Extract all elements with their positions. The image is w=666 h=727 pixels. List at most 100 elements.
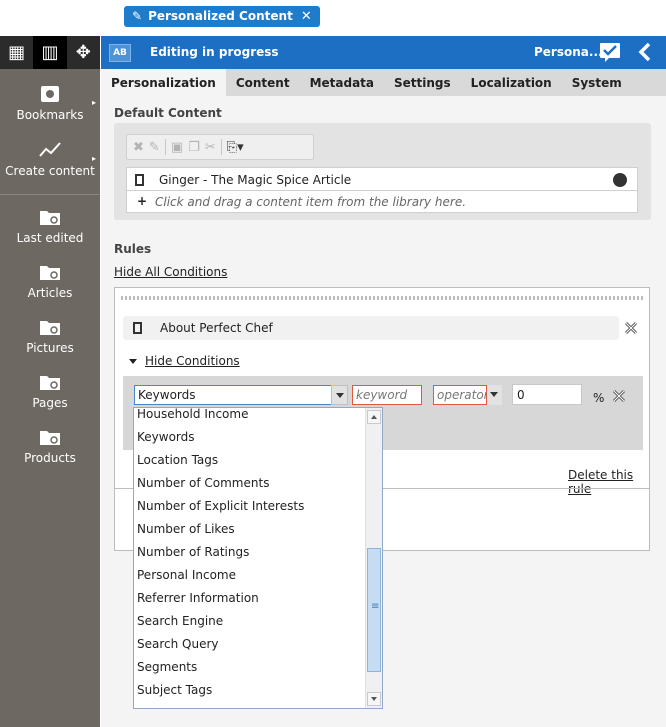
editor-status-title: Editing in progress — [150, 45, 279, 59]
sidebar-item-label: Products — [24, 451, 76, 465]
sidebar-item-products[interactable]: Products — [0, 427, 100, 465]
dropdown-option[interactable]: Keywords — [137, 430, 195, 444]
dropdown-option[interactable]: Personal Income — [137, 568, 236, 582]
hide-conditions-link[interactable]: Hide Conditions — [145, 354, 240, 368]
folder-search-icon — [40, 431, 60, 445]
dropdown-option[interactable]: Number of Comments — [137, 476, 269, 490]
dropdown-option[interactable]: Search Query — [137, 637, 219, 651]
tab-content[interactable]: Content — [226, 69, 300, 96]
dropdown-scrollbar[interactable] — [365, 408, 382, 708]
drop-hint: Click and drag a content item from the l… — [155, 195, 467, 209]
publish-check-icon[interactable] — [599, 41, 623, 63]
sidebar-item-articles[interactable]: Articles — [0, 262, 100, 300]
remove-condition-icon[interactable] — [611, 388, 627, 404]
apps-grid-icon[interactable]: ▦ — [0, 36, 33, 69]
navigate-icon[interactable]: ✥ — [67, 36, 100, 69]
chevron-down-icon[interactable] — [487, 385, 502, 405]
hide-conditions-toggle[interactable]: Hide Conditions — [129, 354, 240, 368]
condition-value-input[interactable]: 0 — [512, 384, 582, 405]
folder-search-icon — [40, 376, 60, 390]
plus-icon: + — [137, 194, 148, 208]
tag-label: Personalized Content — [148, 9, 293, 23]
chevron-right-icon: ▸ — [91, 154, 96, 163]
rules-heading: Rules — [114, 242, 152, 256]
condition-field-dropdown[interactable]: Household Income Keywords Location Tags … — [133, 407, 383, 709]
sidebar-item-create-content[interactable]: Create content ▸ — [0, 140, 100, 178]
delete-rule-link[interactable]: Delete this rule — [568, 468, 649, 496]
globe-icon[interactable] — [613, 173, 627, 187]
sidebar-item-label: Bookmarks — [16, 108, 84, 122]
sidebar-item-pages[interactable]: Pages — [0, 372, 100, 410]
library-icon[interactable]: ▥ — [33, 36, 67, 69]
drag-handle[interactable] — [121, 296, 643, 300]
remove-icon[interactable]: ✖ — [133, 140, 144, 155]
scrollbar-thumb[interactable] — [367, 548, 381, 672]
collapse-icon — [129, 358, 137, 364]
tab-system[interactable]: System — [562, 69, 632, 96]
percent-unit: % — [593, 391, 605, 405]
pencil-icon: ✎ — [132, 9, 143, 23]
article-icon — [133, 322, 142, 334]
sidebar-item-label: Create content — [5, 164, 95, 178]
article-icon — [135, 174, 144, 186]
dropdown-option[interactable]: Number of Explicit Interests — [137, 499, 304, 513]
content-drop-zone[interactable]: + Click and drag a content item from the… — [126, 191, 638, 213]
folder-search-icon — [40, 266, 60, 280]
dropdown-option[interactable]: Number of Ratings — [137, 545, 249, 559]
folder-search-icon — [40, 211, 60, 225]
dropdown-option[interactable]: Location Tags — [137, 453, 218, 467]
create-content-icon — [39, 142, 61, 157]
close-icon[interactable]: ✕ — [301, 6, 312, 27]
operator-select[interactable]: operator — [433, 385, 489, 405]
save-icon[interactable]: ▣ — [171, 140, 183, 155]
keyword-input[interactable]: keyword — [352, 385, 422, 405]
tab-personalization[interactable]: Personalization — [101, 69, 226, 96]
hide-all-conditions-link[interactable]: Hide All Conditions — [114, 265, 227, 279]
rule-item-title: About Perfect Chef — [160, 321, 273, 335]
remove-rule-icon[interactable] — [623, 320, 639, 336]
condition-field-select[interactable]: Keywords — [134, 385, 343, 405]
dropdown-option[interactable]: Number of Likes — [137, 522, 235, 536]
editor-header: AB Editing in progress Persona... — [101, 36, 666, 69]
insert-content-icon[interactable]: ⎘▾ — [227, 140, 244, 155]
scroll-down-icon[interactable] — [367, 692, 381, 706]
content-name: Persona... — [534, 45, 603, 59]
dropdown-option[interactable]: Household Income — [137, 408, 248, 421]
scroll-up-icon[interactable] — [367, 410, 381, 424]
default-content-item[interactable]: Ginger - The Magic Spice Article — [126, 167, 638, 191]
sidebar-item-pictures[interactable]: Pictures — [0, 317, 100, 355]
copy-icon[interactable]: ❐ — [188, 140, 200, 155]
chevron-right-icon: ▸ — [91, 98, 96, 107]
tab-settings[interactable]: Settings — [384, 69, 461, 96]
default-content-heading: Default Content — [114, 106, 222, 120]
bookmarks-icon — [41, 86, 59, 102]
editor-tabs: Personalization Content Metadata Setting… — [101, 69, 666, 96]
sidebar-top-toolbar: ▦ ▥ ✥ — [0, 36, 100, 69]
sidebar-item-last-edited[interactable]: Last edited — [0, 207, 100, 245]
personalized-content-tag[interactable]: ✎ Personalized Content ✕ — [124, 6, 320, 27]
condition-field-value: Keywords — [138, 388, 196, 402]
sidebar-item-label: Pictures — [26, 341, 74, 355]
tab-metadata[interactable]: Metadata — [300, 69, 384, 96]
toolbar-divider — [164, 139, 166, 155]
dropdown-option[interactable]: Referrer Information — [137, 591, 259, 605]
chevron-down-icon[interactable] — [331, 385, 348, 405]
sidebar-item-label: Articles — [27, 286, 73, 300]
toolbar-divider — [220, 139, 222, 155]
default-content-box: ✖ ✎ ▣ ❐ ✂ ⎘▾ Ginger - The Magic Spice Ar… — [114, 123, 651, 220]
content-item-title: Ginger - The Magic Spice Article — [159, 173, 352, 187]
sidebar-item-bookmarks[interactable]: Bookmarks ▸ — [0, 84, 100, 122]
sidebar-divider — [0, 194, 100, 195]
sidebar-item-label: Pages — [32, 396, 68, 410]
dropdown-option[interactable]: Segments — [137, 660, 197, 674]
folder-search-icon — [40, 321, 60, 335]
edit-icon[interactable]: ✎ — [149, 140, 160, 155]
content-toolbar: ✖ ✎ ▣ ❐ ✂ ⎘▾ — [126, 134, 314, 160]
dropdown-option[interactable]: Subject Tags — [137, 683, 212, 697]
chevron-left-icon[interactable] — [636, 41, 654, 63]
sidebar-item-label: Last edited — [16, 231, 84, 245]
rule-content-item[interactable]: About Perfect Chef — [123, 316, 619, 340]
tab-localization[interactable]: Localization — [461, 69, 562, 96]
dropdown-option[interactable]: Search Engine — [137, 614, 223, 628]
cut-icon[interactable]: ✂ — [205, 140, 216, 155]
